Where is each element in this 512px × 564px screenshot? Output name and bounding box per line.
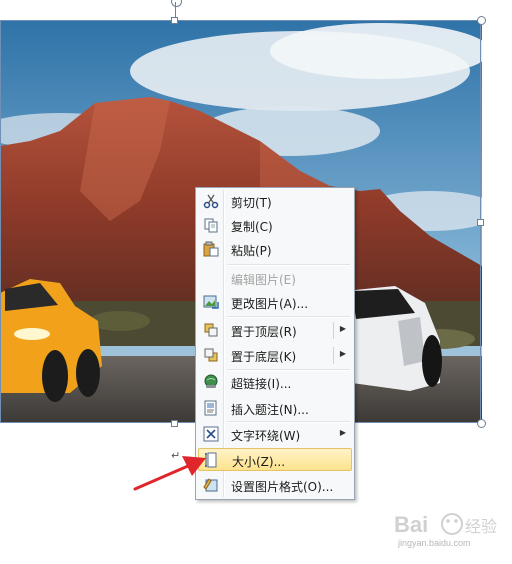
watermark-url: jingyan.baidu.com	[398, 538, 471, 548]
menu-item-hyperlink[interactable]: 超链接(I)...	[198, 371, 352, 394]
menu-item-label: 粘贴(P)	[231, 244, 272, 258]
menu-item-change-picture[interactable]: 更改图片(A)...	[198, 291, 352, 314]
menu-item-label: 插入题注(N)...	[231, 403, 309, 417]
menu-item-send-to-back[interactable]: 置于底层(K) ▶	[198, 344, 352, 367]
menu-item-label: 置于顶层(R)	[231, 325, 297, 339]
menu-item-label: 大小(Z)...	[232, 455, 286, 469]
rotation-handle[interactable]	[171, 0, 182, 7]
resize-handle-bottom[interactable]	[171, 420, 178, 427]
change-picture-icon	[203, 295, 219, 309]
rotation-handle-stem	[175, 2, 176, 18]
bring-to-front-icon	[204, 323, 218, 337]
submenu-arrow-icon[interactable]: ▶	[340, 324, 346, 333]
menu-item-size[interactable]: 大小(Z)...	[198, 448, 352, 471]
menu-item-bring-to-front[interactable]: 置于顶层(R) ▶	[198, 319, 352, 342]
scissors-icon	[203, 194, 219, 209]
submenu-arrow-icon[interactable]: ▶	[340, 349, 346, 358]
menu-item-label: 编辑图片(E)	[231, 273, 296, 287]
menu-item-copy[interactable]: 复制(C)	[198, 214, 352, 237]
resize-handle-top[interactable]	[171, 17, 178, 24]
baidu-watermark: Bai 经验 jingyan.baidu.com	[392, 508, 502, 552]
copy-icon	[204, 218, 218, 233]
menu-item-label: 更改图片(A)...	[231, 297, 309, 311]
resize-handle-top-right[interactable]	[477, 16, 486, 25]
svg-text:Bai: Bai	[394, 512, 428, 537]
menu-item-label: 剪切(T)	[231, 196, 272, 210]
menu-item-label: 设置图片格式(O)...	[231, 480, 334, 494]
menu-item-insert-caption[interactable]: 插入题注(N)...	[198, 397, 352, 420]
menu-separator	[227, 316, 350, 318]
menu-item-label: 文字环绕(W)	[231, 429, 301, 443]
menu-separator	[227, 264, 350, 266]
menu-item-label: 置于底层(K)	[231, 350, 297, 364]
paste-icon	[203, 241, 219, 257]
hyperlink-icon	[204, 374, 218, 388]
menu-item-cut[interactable]: 剪切(T)	[198, 190, 352, 213]
menu-item-label: 复制(C)	[231, 220, 273, 234]
menu-item-text-wrap[interactable]: 文字环绕(W) ▶	[198, 423, 352, 446]
resize-handle-right[interactable]	[477, 219, 484, 226]
submenu-arrow-icon[interactable]: ▶	[340, 428, 346, 437]
svg-text:经验: 经验	[465, 517, 497, 536]
baidu-logo-icon: Bai 经验	[394, 512, 497, 537]
resize-handle-bottom-right[interactable]	[477, 419, 486, 428]
send-to-back-icon	[204, 348, 218, 362]
menu-item-paste[interactable]: 粘贴(P)	[198, 238, 352, 261]
context-menu: 剪切(T) 复制(C) 粘贴(P) 编辑图片(E) 更改图片(A)... 置于顶…	[195, 187, 355, 500]
menu-item-label: 超链接(I)...	[231, 377, 292, 391]
menu-item-edit-picture: 编辑图片(E)	[198, 267, 352, 290]
menu-item-format-picture[interactable]: 设置图片格式(O)...	[198, 474, 352, 497]
text-wrap-icon	[203, 426, 219, 442]
red-annotation-arrow-icon	[133, 456, 206, 491]
insert-caption-icon	[204, 400, 217, 416]
